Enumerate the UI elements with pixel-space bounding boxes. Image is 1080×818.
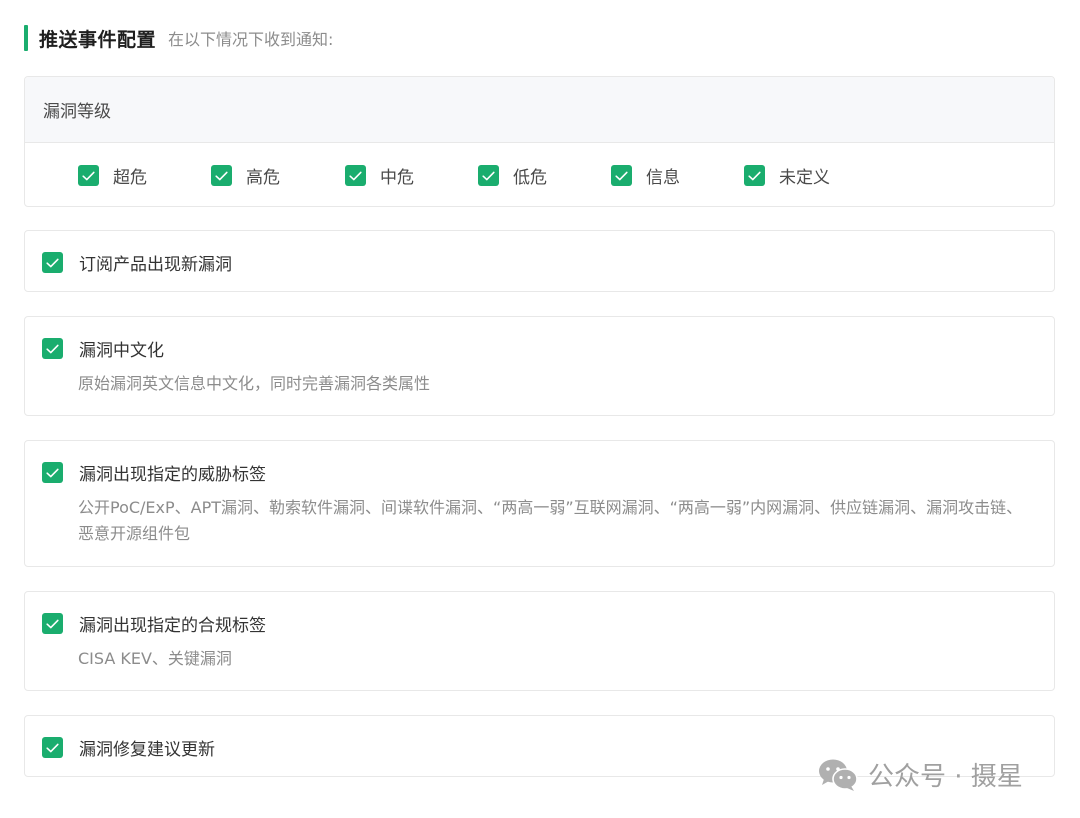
page-title: 推送事件配置	[39, 28, 157, 51]
level-option-high[interactable]: 高危	[211, 163, 280, 188]
checkbox-checked-icon[interactable]	[611, 165, 632, 186]
level-option-info[interactable]: 信息	[611, 163, 680, 188]
wechat-icon	[819, 759, 858, 791]
level-option-label: 超危	[113, 168, 147, 188]
checkbox-checked-icon[interactable]	[744, 165, 765, 186]
option-description: 公开PoC/ExP、APT漏洞、勒索软件漏洞、间谍软件漏洞、“两高一弱”互联网漏…	[78, 498, 1023, 543]
option-title: 漏洞修复建议更新	[79, 740, 215, 760]
option-card-threat-tags: 漏洞出现指定的威胁标签 公开PoC/ExP、APT漏洞、勒索软件漏洞、间谍软件漏…	[24, 440, 1055, 567]
section-header: 推送事件配置 在以下情况下收到通知:	[24, 24, 333, 52]
option-description: 原始漏洞英文信息中文化，同时完善漏洞各类属性	[78, 374, 431, 393]
option-localization[interactable]: 漏洞中文化	[42, 336, 164, 361]
header-accent-bar	[24, 25, 28, 51]
level-option-label: 高危	[246, 168, 280, 188]
checkbox-checked-icon[interactable]	[42, 252, 63, 273]
vuln-level-options: 超危 高危 中危 低危 信息 未定义	[25, 143, 1054, 206]
option-card-localization: 漏洞中文化 原始漏洞英文信息中文化，同时完善漏洞各类属性	[24, 316, 1055, 416]
option-card-compliance-tags: 漏洞出现指定的合规标签 CISA KEV、关键漏洞	[24, 591, 1055, 691]
checkbox-checked-icon[interactable]	[42, 613, 63, 634]
checkbox-checked-icon[interactable]	[42, 338, 63, 359]
option-card-new-vuln: 订阅产品出现新漏洞	[24, 230, 1055, 292]
option-description: CISA KEV、关键漏洞	[78, 649, 232, 668]
level-option-medium[interactable]: 中危	[345, 163, 414, 188]
level-option-undefined[interactable]: 未定义	[744, 163, 830, 188]
option-title: 漏洞中文化	[79, 341, 164, 361]
option-compliance-tags[interactable]: 漏洞出现指定的合规标签	[42, 611, 266, 636]
level-option-label: 低危	[513, 168, 547, 188]
checkbox-checked-icon[interactable]	[78, 165, 99, 186]
checkbox-checked-icon[interactable]	[478, 165, 499, 186]
checkbox-checked-icon[interactable]	[42, 462, 63, 483]
level-option-critical[interactable]: 超危	[78, 163, 147, 188]
level-option-label: 中危	[380, 168, 414, 188]
option-new-vuln[interactable]: 订阅产品出现新漏洞	[42, 250, 232, 275]
option-threat-tags[interactable]: 漏洞出现指定的威胁标签	[42, 460, 266, 485]
checkbox-checked-icon[interactable]	[345, 165, 366, 186]
vuln-level-title: 漏洞等级	[25, 77, 1054, 143]
checkbox-checked-icon[interactable]	[42, 737, 63, 758]
push-event-config-page: 推送事件配置 在以下情况下收到通知: 漏洞等级 超危 高危 中危 低危 信息 未…	[0, 0, 1080, 818]
level-option-low[interactable]: 低危	[478, 163, 547, 188]
watermark: 公众号 · 摄星	[818, 756, 1023, 793]
level-option-label: 未定义	[779, 168, 830, 188]
watermark-text: 公众号 · 摄星	[868, 762, 1023, 792]
vuln-level-card: 漏洞等级 超危 高危 中危 低危 信息 未定义	[24, 76, 1055, 207]
option-fix-update[interactable]: 漏洞修复建议更新	[42, 735, 215, 760]
option-title: 漏洞出现指定的威胁标签	[79, 465, 266, 485]
option-title: 漏洞出现指定的合规标签	[79, 616, 266, 636]
page-subtitle: 在以下情况下收到通知:	[168, 30, 334, 49]
checkbox-checked-icon[interactable]	[211, 165, 232, 186]
option-title: 订阅产品出现新漏洞	[79, 255, 232, 275]
level-option-label: 信息	[646, 168, 680, 188]
